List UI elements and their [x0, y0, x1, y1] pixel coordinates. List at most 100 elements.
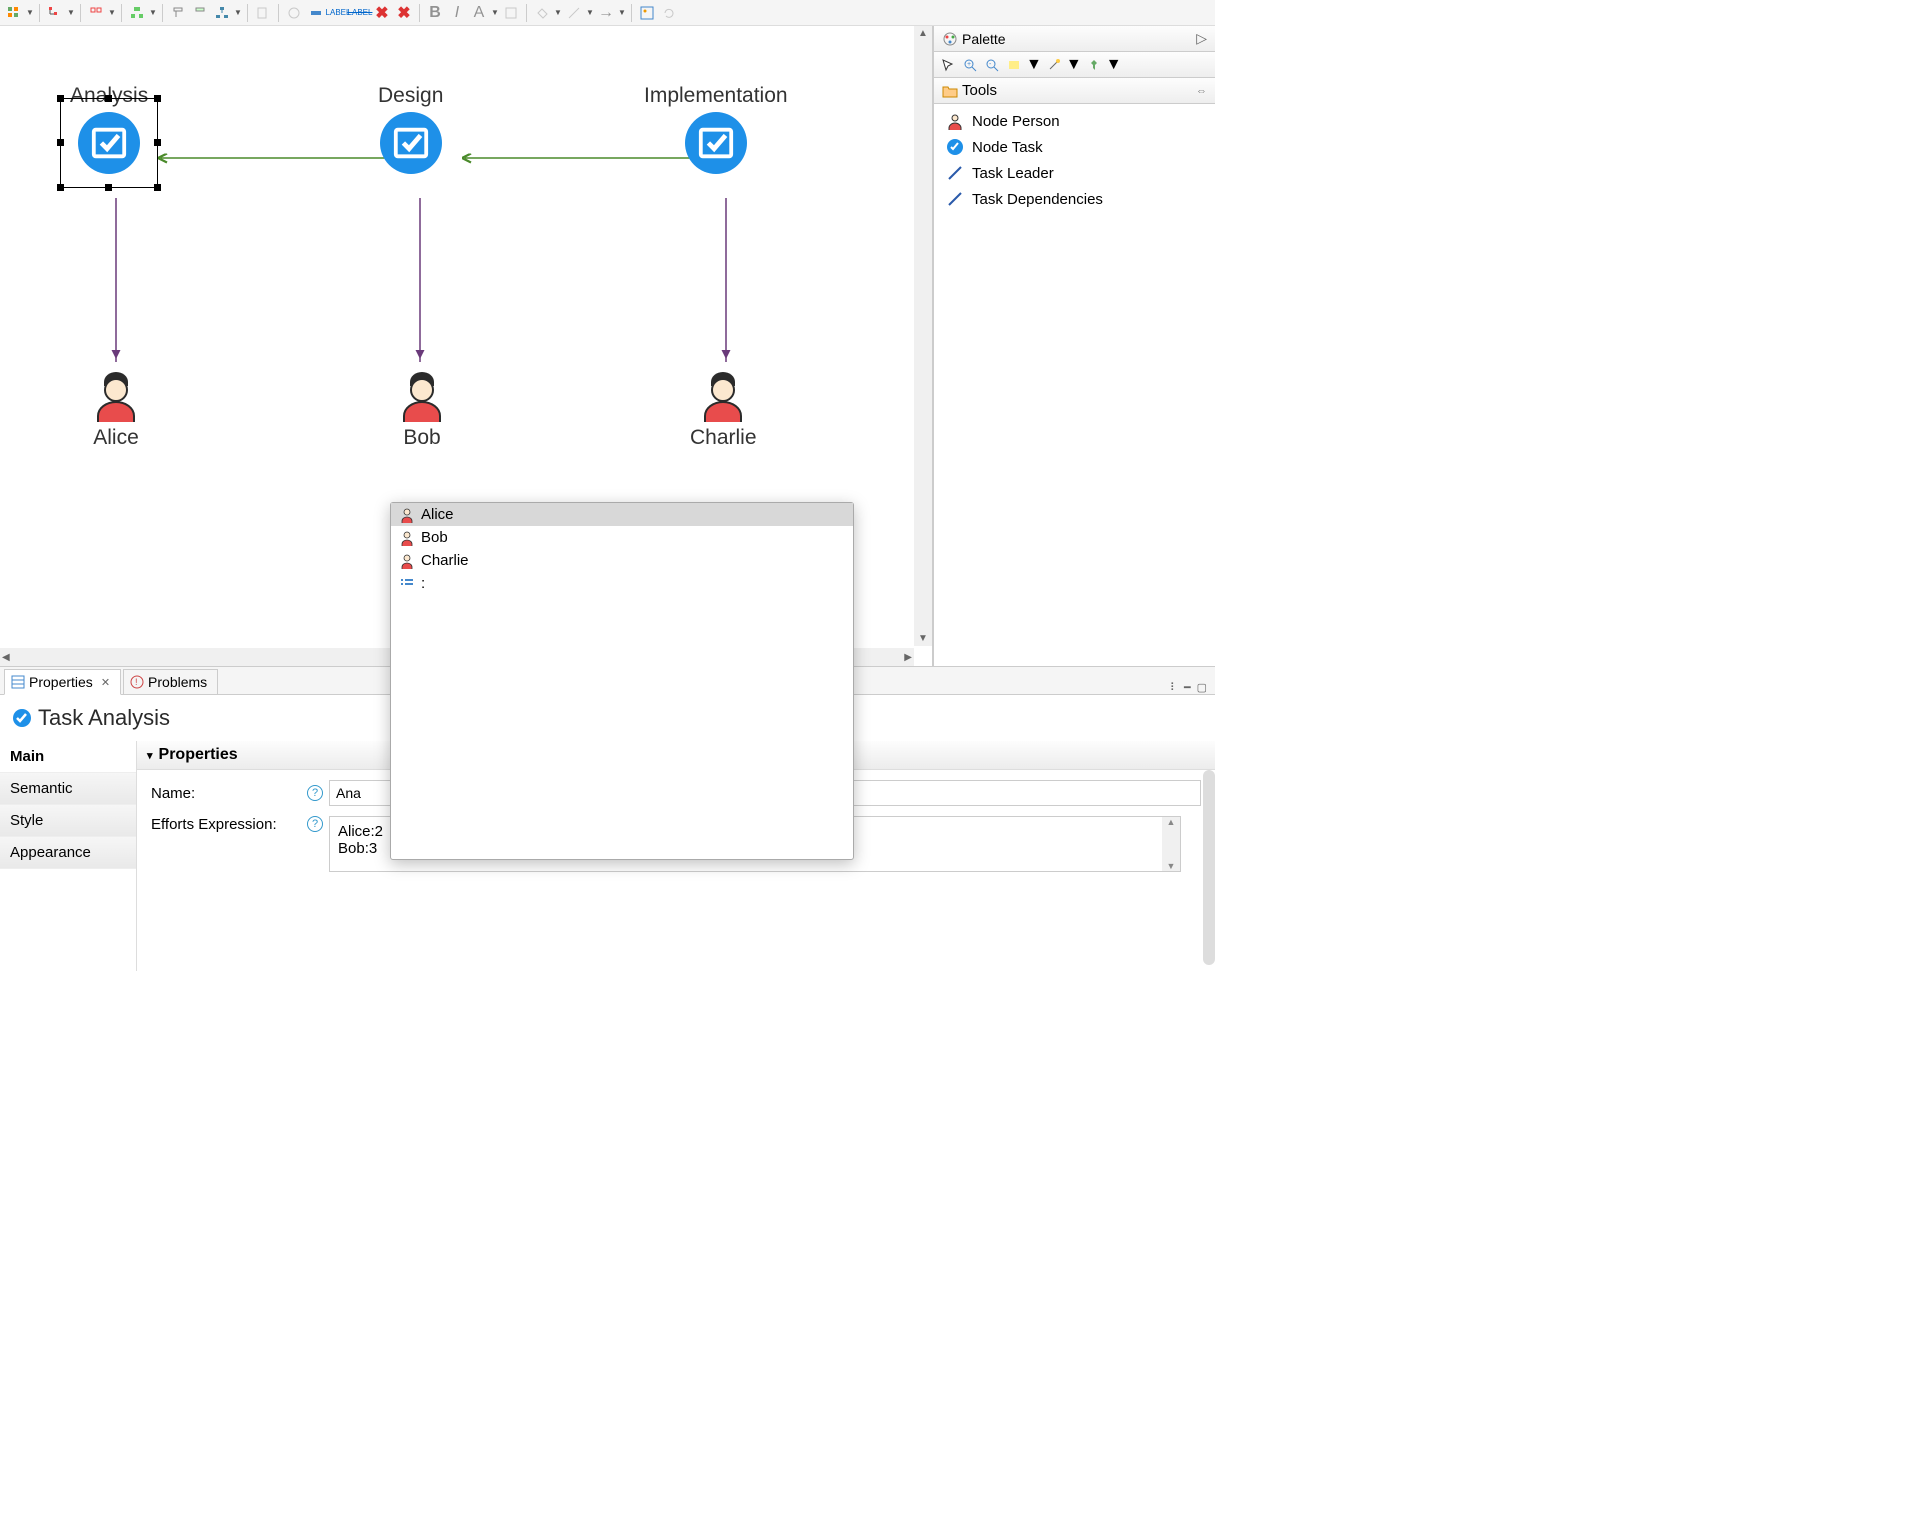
tab-properties[interactable]: Properties ✕ — [4, 669, 121, 695]
palette-item-task-leader[interactable]: Task Leader — [934, 160, 1215, 186]
task-node-analysis[interactable]: Analysis — [70, 84, 148, 174]
toolbar-delete-all-icon[interactable]: ✖ — [394, 3, 414, 23]
vertical-scrollbar[interactable]: ▲▼ — [914, 26, 932, 646]
toolbar-hierarchy-icon[interactable] — [212, 3, 232, 23]
pin-icon[interactable] — [1084, 55, 1104, 75]
side-tab-main[interactable]: Main — [0, 741, 136, 773]
side-tab-semantic[interactable]: Semantic — [0, 773, 136, 805]
dropdown-icon[interactable]: ▼ — [234, 8, 242, 17]
folder-open-icon — [942, 84, 958, 98]
dropdown-icon[interactable]: ▼ — [108, 8, 116, 17]
zoom-out-icon[interactable]: - — [982, 55, 1002, 75]
task-icon — [946, 138, 964, 156]
person-icon — [399, 553, 415, 569]
toolbar-label-show-icon[interactable]: LABEL — [328, 3, 348, 23]
palette-title: Palette — [962, 31, 1006, 47]
problems-icon: ! — [130, 675, 144, 689]
toolbar-tree-icon[interactable] — [45, 3, 65, 23]
properties-title-text: Task Analysis — [38, 705, 170, 731]
dropdown-icon[interactable]: ▼ — [149, 8, 157, 17]
tab-label: Problems — [148, 674, 207, 690]
chevron-down-icon: ▾ — [147, 749, 153, 762]
palette-item-node-person[interactable]: Node Person — [934, 108, 1215, 134]
side-tab-appearance[interactable]: Appearance — [0, 837, 136, 869]
note-icon[interactable] — [1004, 55, 1024, 75]
toolbar-layout-icon[interactable] — [127, 3, 147, 23]
help-icon[interactable]: ? — [307, 816, 323, 832]
palette-item-label: Task Dependencies — [972, 191, 1103, 208]
properties-icon — [11, 675, 25, 689]
toolbar-grid-icon[interactable] — [4, 3, 24, 23]
dropdown-icon[interactable]: ▼ — [1066, 56, 1082, 74]
line-icon — [946, 164, 964, 182]
expand-icon[interactable]: ▷ — [1196, 30, 1207, 47]
dropdown-icon[interactable]: ▼ — [586, 8, 594, 17]
palette-panel: Palette ▷ + - ▼ ▼ ▼ Tools ⇔ Node Person — [933, 26, 1215, 666]
task-icon — [380, 112, 442, 174]
select-tool-icon[interactable] — [938, 55, 958, 75]
palette-icon — [942, 31, 958, 47]
dropdown-icon[interactable]: ▼ — [554, 8, 562, 17]
toolbar-copy-icon[interactable] — [253, 3, 273, 23]
palette-section-tools[interactable]: Tools ⇔ — [934, 78, 1215, 104]
toolbar-font-icon[interactable]: A — [469, 3, 489, 23]
task-icon — [685, 112, 747, 174]
line-icon — [946, 190, 964, 208]
task-node-implementation[interactable]: Implementation — [644, 84, 788, 174]
maximize-icon[interactable]: ▢ — [1197, 681, 1207, 694]
popup-item-label: Charlie — [421, 552, 469, 569]
dropdown-icon[interactable]: ▼ — [1106, 56, 1122, 74]
person-node-bob[interactable]: Bob — [394, 366, 450, 450]
palette-header[interactable]: Palette ▷ — [934, 26, 1215, 52]
dropdown-icon[interactable]: ▼ — [1026, 56, 1042, 74]
popup-item-colon[interactable]: : — [391, 572, 853, 595]
toolbar-fillcolor-icon[interactable] — [501, 3, 521, 23]
collapse-icon[interactable]: ⇔ — [1196, 85, 1207, 97]
toolbar-italic-icon[interactable]: I — [447, 3, 467, 23]
name-field-label: Name: — [151, 785, 301, 802]
close-icon[interactable]: ✕ — [101, 676, 110, 689]
toolbar-pin-icon[interactable] — [168, 3, 188, 23]
toolbar-bold-icon[interactable]: B — [425, 3, 445, 23]
task-icon — [78, 112, 140, 174]
toolbar-label-hide-icon[interactable]: LABEL — [350, 3, 370, 23]
dropdown-icon[interactable]: ▼ — [67, 8, 75, 17]
dropdown-icon[interactable]: ▼ — [618, 8, 626, 17]
toolbar-align-icon[interactable] — [86, 3, 106, 23]
toolbar-refresh-icon[interactable] — [659, 3, 679, 23]
side-tab-style[interactable]: Style — [0, 805, 136, 837]
toolbar-unpin-icon[interactable] — [190, 3, 210, 23]
toolbar-arrow-icon[interactable]: → — [596, 3, 616, 23]
task-label: Design — [378, 84, 443, 108]
toolbar-line-icon[interactable] — [564, 3, 584, 23]
toolbar-delete-icon[interactable]: ✖ — [372, 3, 392, 23]
textarea-scrollbar[interactable]: ▲▼ — [1162, 817, 1180, 871]
popup-item-charlie[interactable]: Charlie — [391, 549, 853, 572]
toolbar-bar-icon[interactable] — [306, 3, 326, 23]
person-node-alice[interactable]: Alice — [88, 366, 144, 450]
popup-item-alice[interactable]: Alice — [391, 503, 853, 526]
toolbar-image-icon[interactable] — [637, 3, 657, 23]
wand-icon[interactable] — [1044, 55, 1064, 75]
task-node-design[interactable]: Design — [378, 84, 443, 174]
person-icon — [88, 366, 144, 422]
tab-problems[interactable]: ! Problems — [123, 669, 218, 695]
view-menu-icon[interactable]: ⠇ — [1170, 681, 1178, 694]
zoom-in-icon[interactable]: + — [960, 55, 980, 75]
person-icon — [399, 530, 415, 546]
minimize-icon[interactable]: ━ — [1184, 681, 1191, 694]
person-label: Bob — [403, 426, 440, 450]
toolbar-bucket-icon[interactable] — [532, 3, 552, 23]
popup-item-label: Bob — [421, 529, 448, 546]
palette-item-task-dependencies[interactable]: Task Dependencies — [934, 186, 1215, 212]
person-node-charlie[interactable]: Charlie — [690, 366, 757, 450]
autocomplete-popup: Alice Bob Charlie : — [390, 502, 854, 860]
help-icon[interactable]: ? — [307, 785, 323, 801]
dropdown-icon[interactable]: ▼ — [491, 8, 499, 17]
toolbar-circle-icon[interactable] — [284, 3, 304, 23]
section-header-label: Properties — [159, 746, 238, 764]
panel-scrollbar[interactable] — [1203, 770, 1215, 965]
dropdown-icon[interactable]: ▼ — [26, 8, 34, 17]
palette-item-node-task[interactable]: Node Task — [934, 134, 1215, 160]
popup-item-bob[interactable]: Bob — [391, 526, 853, 549]
